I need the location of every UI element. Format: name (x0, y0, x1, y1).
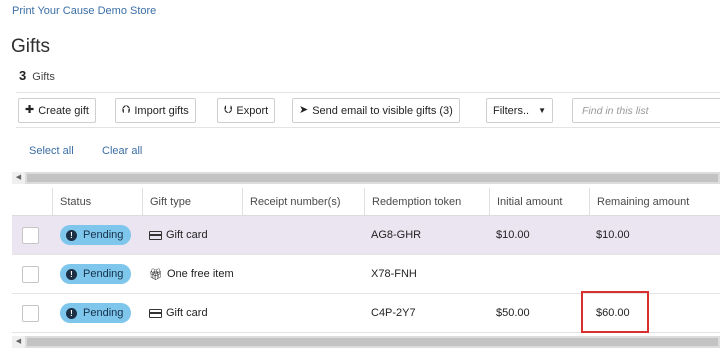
clear-all-link[interactable]: Clear all (102, 145, 142, 157)
token-cell: AG8-GHR (371, 229, 422, 241)
status-cell: ! Pending (52, 216, 142, 254)
status-cell: ! Pending (52, 255, 142, 293)
status-cell: ! Pending (52, 294, 142, 332)
select-cell (12, 294, 52, 332)
gift-type-cell: 🎁︎ One free item (142, 255, 242, 293)
row-checkbox[interactable] (22, 226, 39, 244)
scroll-left-icon[interactable]: ◀ (12, 336, 25, 348)
status-text: Pending (83, 229, 124, 241)
credit-card-icon (149, 230, 162, 240)
upload-icon: ⮉ (122, 104, 131, 116)
status-badge: ! Pending (60, 225, 132, 245)
create-gift-button[interactable]: ✚ Create gift (18, 98, 96, 123)
store-name-link[interactable]: Print Your Cause Demo Store (12, 5, 156, 17)
scrollbar-thumb[interactable] (27, 174, 718, 182)
horizontal-scrollbar-bottom[interactable]: ◀ (12, 336, 720, 348)
token-cell: X78-FNH (371, 268, 417, 280)
gift-count-label: Gifts (32, 71, 55, 83)
table-row[interactable]: ! Pending 🎁︎ One free item X78-FNH (12, 255, 720, 294)
column-header[interactable]: Redemption token (364, 188, 489, 215)
horizontal-scrollbar-top[interactable]: ◀ (12, 172, 720, 184)
select-all-link[interactable]: Select all (29, 145, 74, 157)
receipt-cell (242, 216, 364, 254)
token-cell: C4P-2Y7 (371, 307, 416, 319)
annotation-highlight-box (581, 291, 649, 333)
column-header[interactable]: Status (52, 188, 142, 215)
exclamation-icon: ! (66, 307, 77, 319)
send-email-label: Send email to visible gifts (3) (312, 104, 453, 117)
scrollbar-thumb[interactable] (27, 338, 718, 346)
export-label: Export (236, 104, 269, 117)
import-gifts-label: Import gifts (134, 104, 189, 117)
initial-amount-cell (489, 255, 589, 293)
gift-type-cell: Gift card (142, 294, 242, 332)
remaining-amount-cell: $10.00 (596, 229, 630, 241)
toolbar: ✚ Create gift ⮉ Import gifts ⮋ Export ➤ … (16, 92, 720, 128)
select-cell (12, 255, 52, 293)
filters-label: Filters.. (493, 104, 530, 117)
page-title: Gifts (11, 36, 51, 57)
remaining-amount-cell (589, 255, 720, 293)
row-checkbox[interactable] (22, 265, 39, 283)
gift-type-cell: Gift card (142, 216, 242, 254)
table-header: Status Gift type Receipt number(s) Redem… (12, 188, 720, 216)
gift-count-number: 3 (19, 68, 27, 83)
initial-amount-cell: $10.00 (496, 229, 530, 241)
column-header[interactable]: Gift type (142, 188, 242, 215)
column-header[interactable]: Remaining amount (589, 188, 720, 215)
gift-type-text: Gift card (166, 307, 208, 319)
exclamation-icon: ! (66, 229, 77, 241)
status-text: Pending (83, 268, 124, 280)
caret-down-icon: ▼ (538, 106, 546, 115)
download-icon: ⮋ (224, 104, 233, 116)
select-cell (12, 216, 52, 254)
status-badge: ! Pending (60, 303, 132, 323)
receipt-cell (242, 255, 364, 293)
gift-type-text: Gift card (166, 229, 208, 241)
status-badge: ! Pending (60, 264, 132, 284)
gift-type-text: One free item (166, 268, 234, 280)
exclamation-icon: ! (66, 268, 77, 280)
plus-icon: ✚ (25, 104, 35, 116)
gift-icon: 🎁︎ (149, 268, 163, 281)
find-in-list-input[interactable]: Find in this list (572, 98, 720, 123)
export-button[interactable]: ⮋ Export (217, 98, 276, 123)
scroll-left-icon[interactable]: ◀ (12, 172, 25, 184)
import-gifts-button[interactable]: ⮉ Import gifts (115, 98, 196, 123)
column-header[interactable]: Receipt number(s) (242, 188, 364, 215)
filters-dropdown[interactable]: Filters.. ▼ (486, 98, 553, 123)
header-select (12, 188, 52, 215)
send-email-button[interactable]: ➤ Send email to visible gifts (3) (292, 98, 460, 123)
column-header[interactable]: Initial amount (489, 188, 589, 215)
receipt-cell (242, 294, 364, 332)
gift-count: 3 Gifts (19, 68, 55, 83)
create-gift-label: Create gift (38, 104, 89, 117)
initial-amount-cell: $50.00 (496, 307, 530, 319)
status-text: Pending (83, 307, 124, 319)
row-checkbox[interactable] (22, 304, 39, 322)
table-row[interactable]: ! Pending Gift card AG8-GHR $10.00 $10.0… (12, 216, 720, 255)
paper-plane-icon: ➤ (299, 104, 309, 116)
credit-card-icon (149, 308, 162, 318)
